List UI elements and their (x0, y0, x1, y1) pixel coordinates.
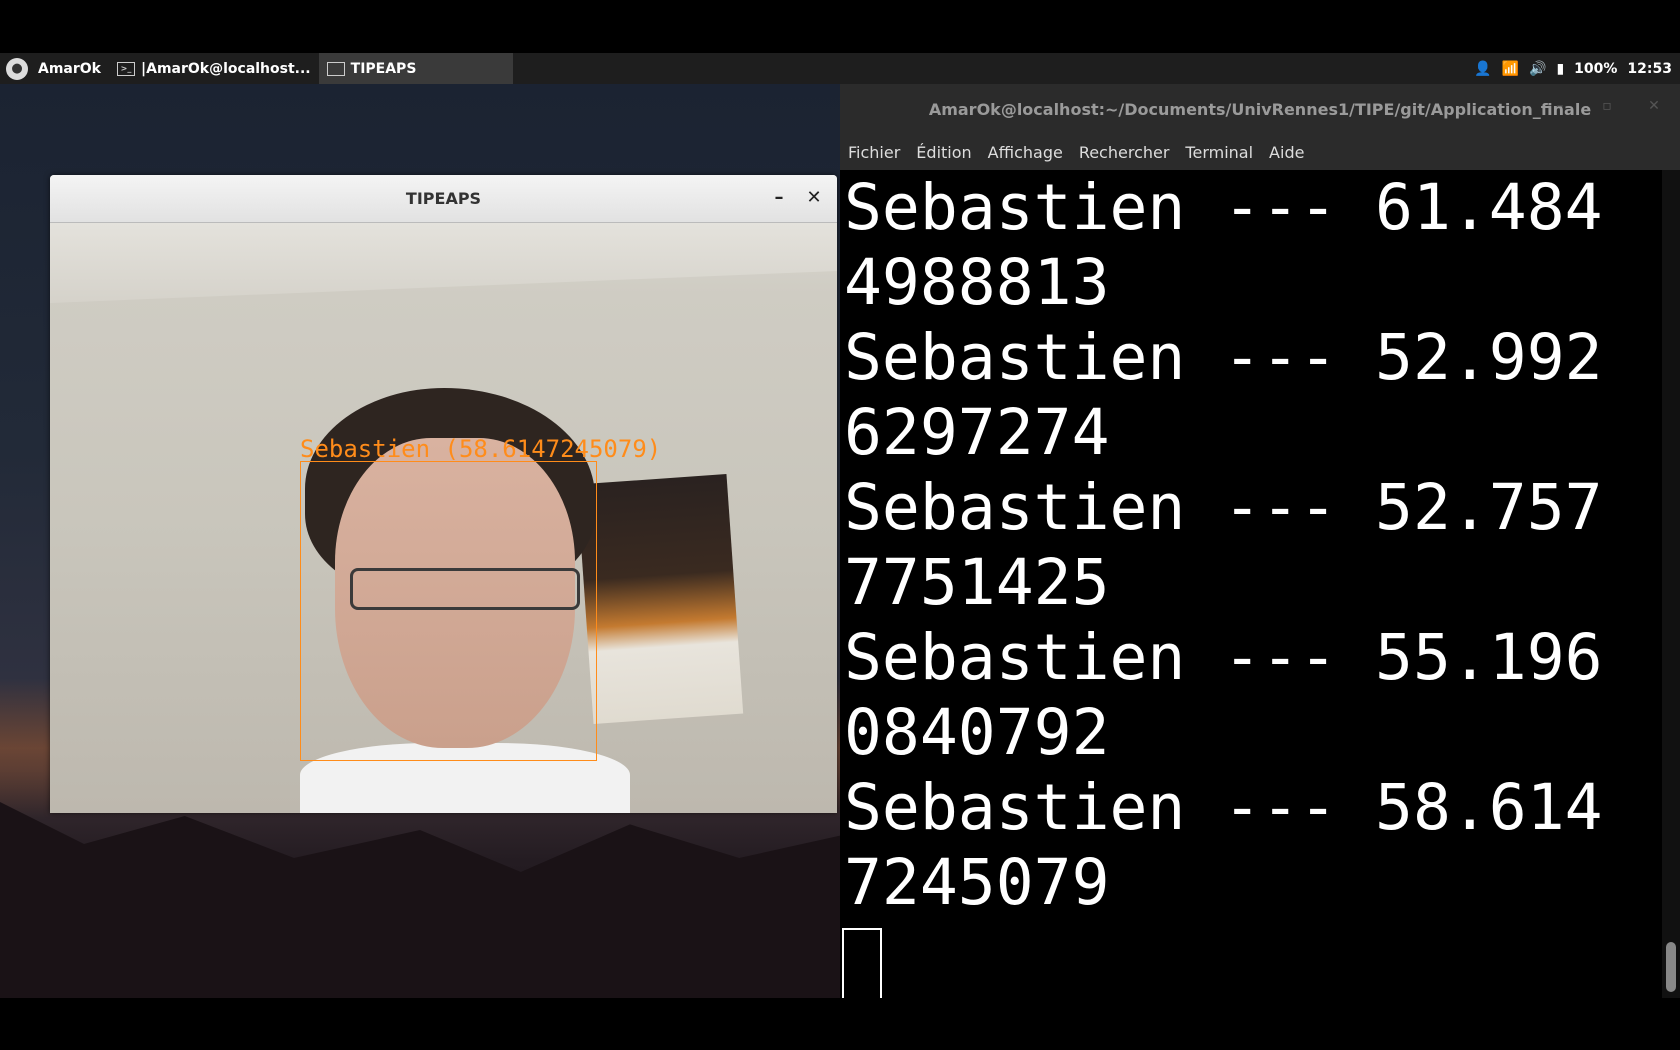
wifi-icon[interactable]: 📶 (1502, 61, 1519, 77)
tipeaps-titlebar[interactable]: TIPEAPS – ✕ (50, 175, 837, 223)
clock[interactable]: 12:53 (1627, 61, 1672, 77)
terminal-cursor (842, 928, 882, 998)
output-line: Sebastien --- 52.992 (844, 321, 1603, 394)
output-line: Sebastien --- 61.484 (844, 171, 1603, 244)
wall-poster (576, 474, 744, 724)
volume-icon[interactable]: 🔊 (1529, 61, 1546, 77)
taskbar-item-tipeaps[interactable]: TIPEAPS (318, 53, 513, 84)
output-line: Sebastien --- 58.614 (844, 771, 1603, 844)
terminal-scrollbar[interactable] (1662, 170, 1680, 998)
output-line: 0840792 (844, 696, 1110, 769)
system-tray: 👤 📶 🔊 ▮ 100% 12:53 (1474, 61, 1680, 77)
menu-terminal[interactable]: Terminal (1185, 143, 1253, 162)
maximize-button[interactable]: ▫ (1597, 98, 1617, 114)
output-line: 7245079 (844, 846, 1110, 919)
taskbar-item-label: |AmarOk@localhost... (141, 60, 311, 77)
terminal-window: AmarOk@localhost:~/Documents/UnivRennes1… (840, 84, 1680, 998)
terminal-icon: >_ (117, 61, 135, 76)
battery-icon[interactable]: ▮ (1556, 61, 1564, 77)
taskbar-item-label: TIPEAPS (350, 60, 417, 77)
close-button[interactable]: ✕ (1644, 98, 1664, 114)
distro-logo-icon: ● (6, 57, 28, 80)
menu-affichage[interactable]: Affichage (988, 143, 1063, 162)
webcam-feed: Sebastien (58.6147245079) (50, 223, 837, 813)
app-launcher[interactable]: ● AmarOk (0, 53, 109, 84)
terminal-menubar: Fichier Édition Affichage Rechercher Ter… (840, 134, 1680, 171)
taskbar-item-terminal[interactable]: >_ |AmarOk@localhost... (109, 53, 319, 84)
face-recognition-label: Sebastien (58.6147245079) (300, 435, 662, 463)
close-button[interactable]: ✕ (801, 185, 827, 211)
output-line: 7751425 (844, 546, 1110, 619)
minimize-button[interactable]: – (766, 185, 792, 211)
ceiling (50, 223, 837, 303)
top-panel: ● AmarOk >_ |AmarOk@localhost... TIPEAPS… (0, 53, 1680, 84)
tipeaps-window: TIPEAPS – ✕ Sebastien (58.6147245079) (50, 175, 837, 813)
output-line: 4988813 (844, 246, 1110, 319)
terminal-titlebar[interactable]: AmarOk@localhost:~/Documents/UnivRennes1… (840, 84, 1680, 134)
output-line: 6297274 (844, 396, 1110, 469)
launcher-label: AmarOk (38, 60, 101, 77)
terminal-output[interactable]: Sebastien --- 61.484 4988813 Sebastien -… (840, 170, 1662, 998)
menu-aide[interactable]: Aide (1269, 143, 1304, 162)
output-line: Sebastien --- 52.757 (844, 471, 1603, 544)
face-detection-box (300, 461, 597, 761)
minimize-button[interactable]: – (1550, 98, 1570, 114)
window-icon (326, 61, 345, 76)
menu-edition[interactable]: Édition (916, 143, 971, 162)
scrollbar-thumb[interactable] (1666, 942, 1676, 992)
battery-level: 100% (1574, 60, 1618, 77)
user-icon[interactable]: 👤 (1474, 61, 1491, 77)
menu-rechercher[interactable]: Rechercher (1079, 143, 1170, 162)
window-title: TIPEAPS (405, 189, 482, 208)
menu-fichier[interactable]: Fichier (848, 143, 900, 162)
output-line: Sebastien --- 55.196 (844, 621, 1603, 694)
